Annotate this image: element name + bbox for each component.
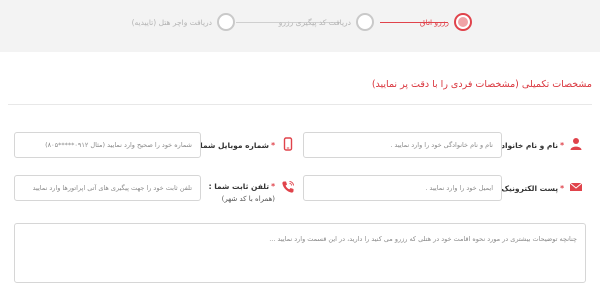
section-divider xyxy=(8,104,592,105)
step-active-circle-icon xyxy=(454,13,472,31)
mobile-label: *شماره موبایل شما : xyxy=(194,141,275,150)
step-label: دریافت کد پیگیری رزرو xyxy=(278,17,351,27)
user-icon xyxy=(570,138,582,150)
landline-label: *تلفن ثابت شما : (همراه با کد شهر) xyxy=(208,182,275,203)
step-circle-icon xyxy=(217,13,235,31)
booking-progress-stepper: رزرو اتاق دریافت کد پیگیری رزرو دریافت و… xyxy=(0,0,600,52)
mobile-phone-icon xyxy=(283,137,293,151)
section-title: مشخصات تکمیلی (مشخصات فردی را با دقت پر … xyxy=(371,79,592,90)
step-label: دریافت واچر هتل (تاییدیه) xyxy=(131,17,212,27)
step-tracking-code: دریافت کد پیگیری رزرو xyxy=(279,12,374,32)
full-name-input[interactable] xyxy=(303,132,502,158)
envelope-icon xyxy=(569,182,583,191)
landline-phone-input[interactable] xyxy=(14,175,201,201)
step-room-reservation: رزرو اتاق xyxy=(420,12,472,32)
additional-notes-textarea[interactable] xyxy=(14,223,586,283)
phone-icon xyxy=(282,181,294,193)
email-input[interactable] xyxy=(303,175,502,201)
step-label: رزرو اتاق xyxy=(419,17,449,27)
mobile-number-input[interactable] xyxy=(14,132,201,158)
landline-sublabel: (همراه با کد شهر) xyxy=(221,195,275,203)
email-label: *پست الکترونیک : xyxy=(495,184,564,193)
step-circle-icon xyxy=(356,13,374,31)
step-hotel-voucher: دریافت واچر هتل (تاییدیه) xyxy=(132,12,235,32)
